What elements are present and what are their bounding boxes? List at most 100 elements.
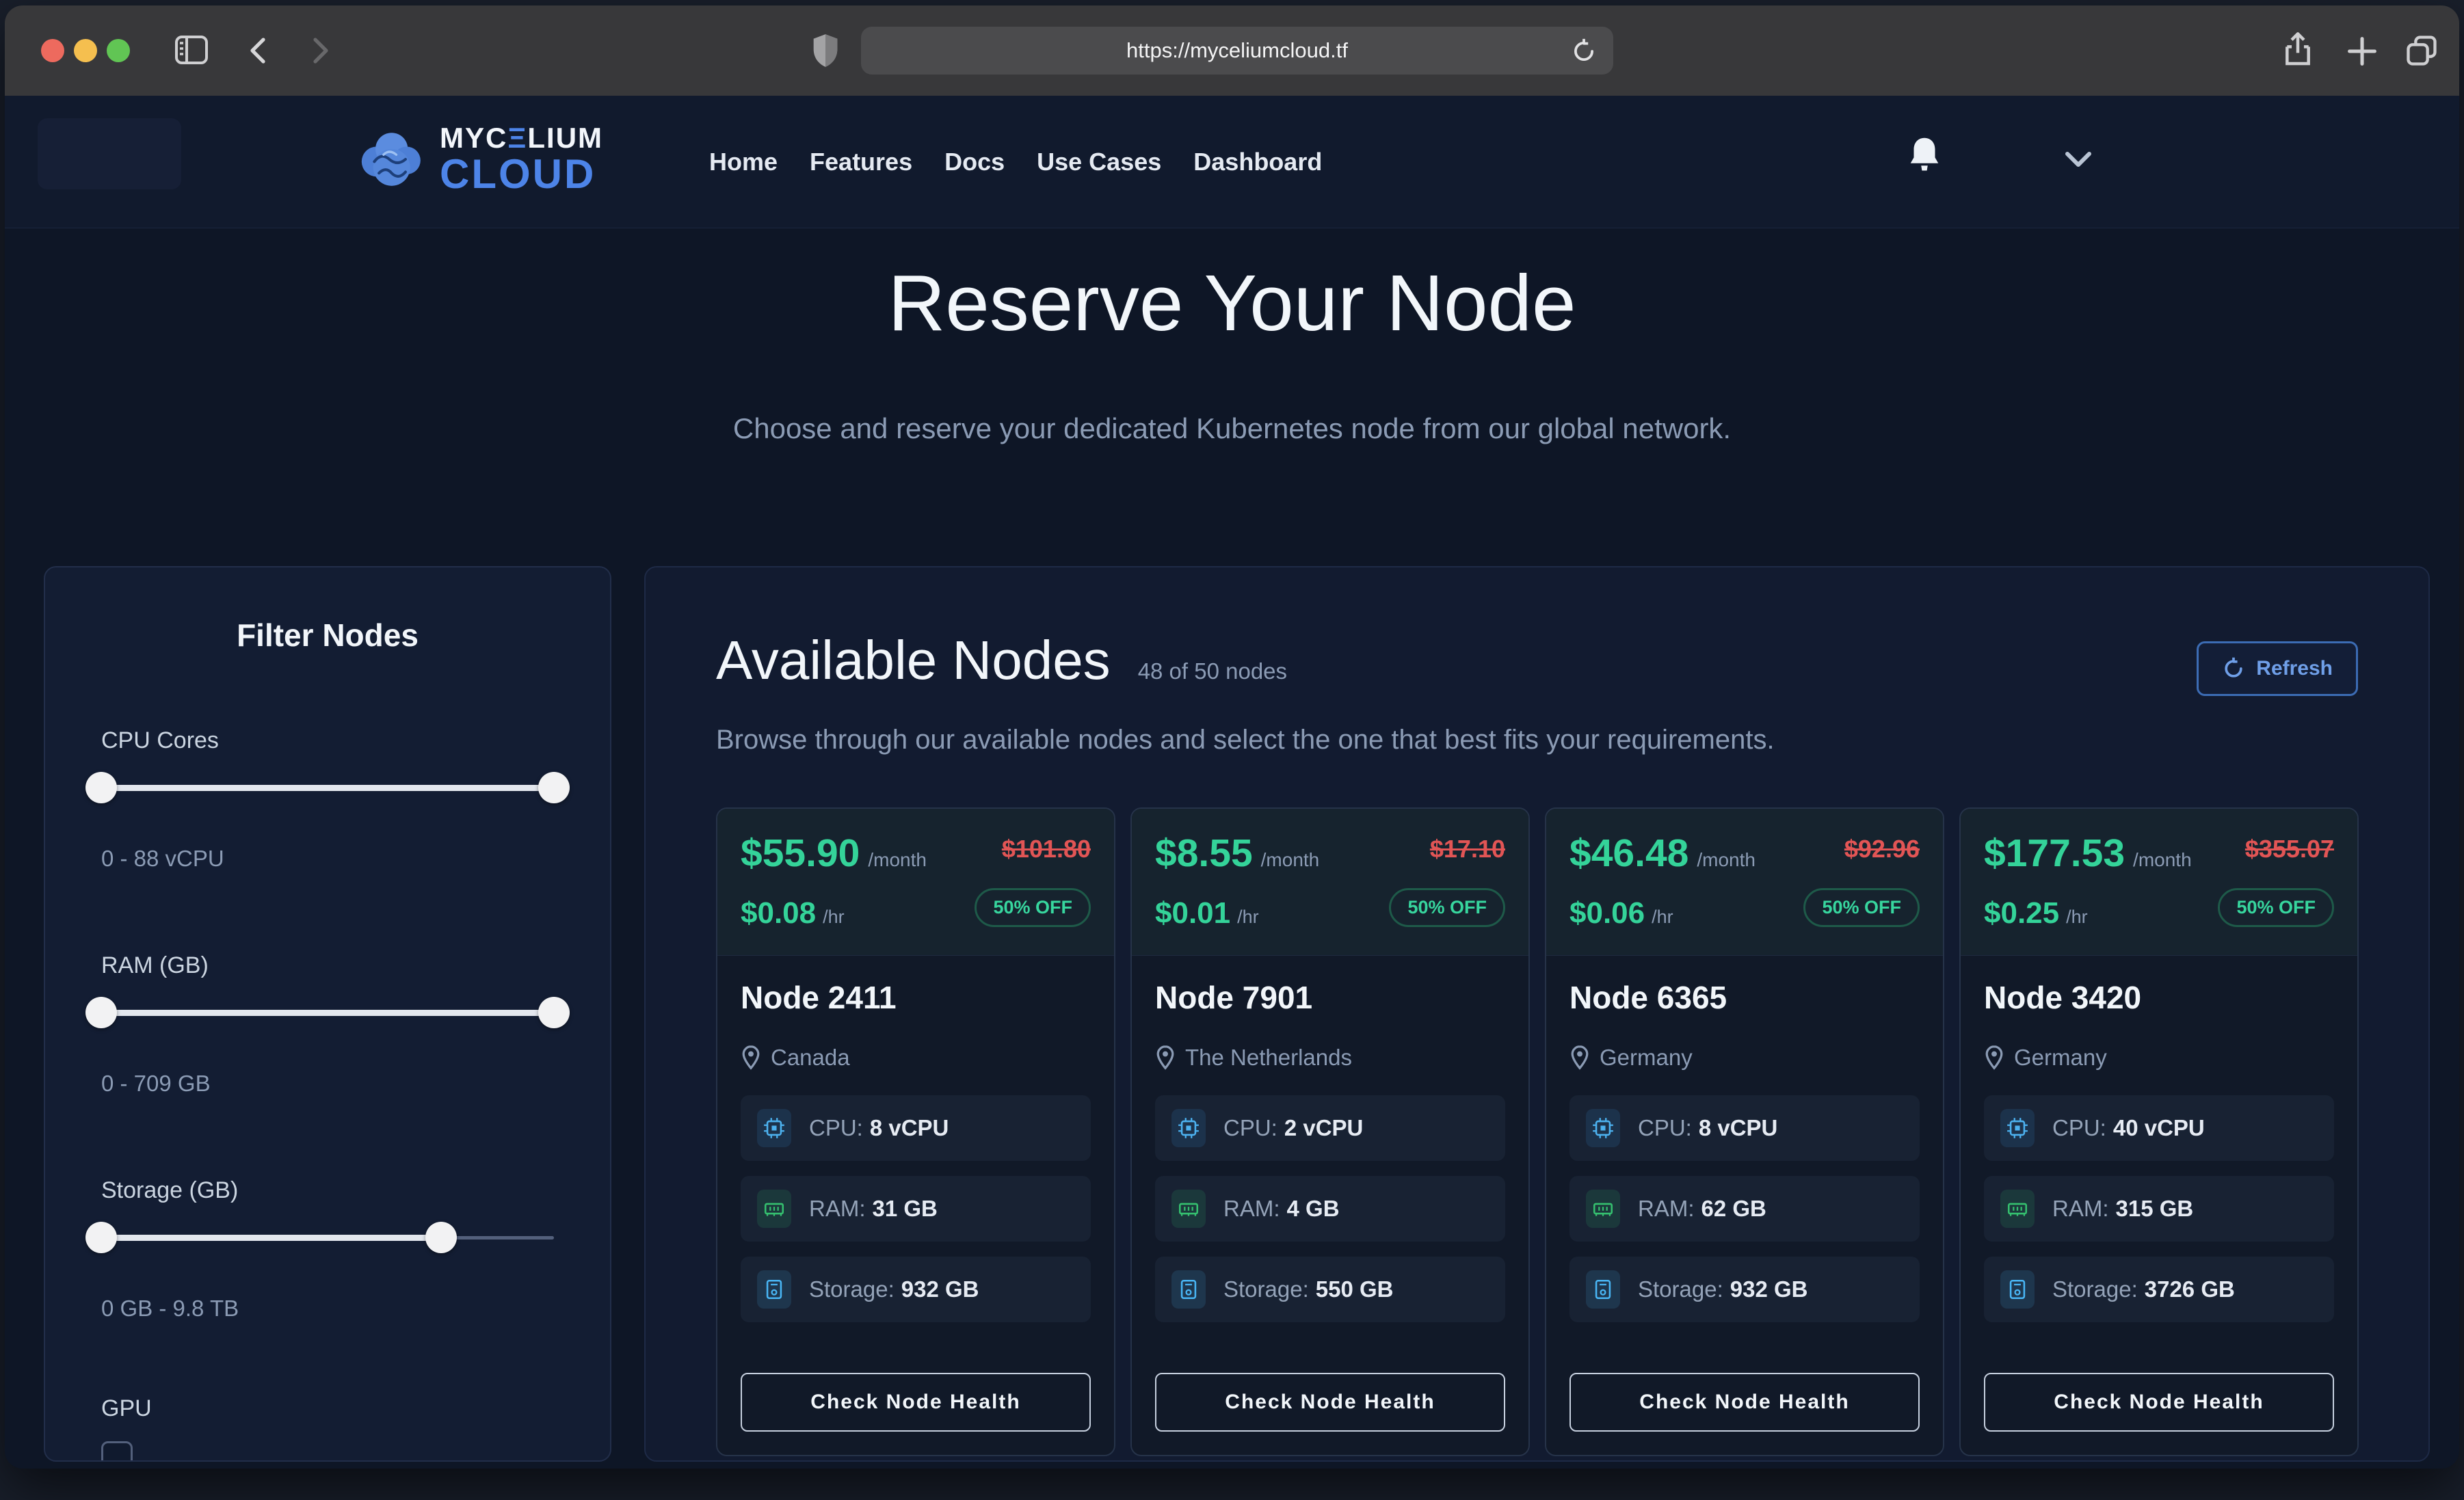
page-subtitle: Choose and reserve your dedicated Kubern… bbox=[5, 412, 2459, 445]
nav-item-use-cases[interactable]: Use Cases bbox=[1037, 148, 1161, 176]
tab-overview-icon[interactable] bbox=[2404, 33, 2439, 68]
node-location: Canada bbox=[771, 1045, 850, 1071]
monthly-price: $55.90 bbox=[741, 831, 860, 876]
spec-row-storage: Storage:932 GB bbox=[1569, 1257, 1920, 1322]
account-chevron-down-icon[interactable] bbox=[2063, 149, 2093, 170]
cpu-value: 2 vCPU bbox=[1284, 1115, 1364, 1140]
node-name: Node 2411 bbox=[741, 979, 1091, 1016]
filter-sliders: CPU Cores 0 - 88 vCPU RAM (GB) 0 - 709 G… bbox=[101, 727, 554, 1322]
card-body: Node 2411 Canada bbox=[717, 955, 1114, 1345]
ram-value: 315 GB bbox=[2116, 1196, 2194, 1221]
slider-handle-min[interactable] bbox=[85, 997, 117, 1028]
node-card: $46.48 /month $0.06 /hr $92.96 50% OFF N… bbox=[1545, 807, 1944, 1456]
minimize-window-button[interactable] bbox=[74, 39, 97, 62]
original-price: $101.80 bbox=[1002, 835, 1091, 863]
close-window-button[interactable] bbox=[41, 39, 64, 62]
hourly-price: $0.25 bbox=[1984, 896, 2059, 930]
cpu-value: 8 vCPU bbox=[1699, 1115, 1778, 1140]
discount-badge: 50% OFF bbox=[2218, 888, 2334, 927]
privacy-shield-icon[interactable] bbox=[810, 33, 840, 68]
original-price: $92.96 bbox=[1844, 835, 1920, 863]
slider-fill bbox=[101, 1010, 554, 1016]
filter-section: Storage (GB) 0 GB - 9.8 TB bbox=[101, 1177, 554, 1322]
nav-links: Home Features Docs Use Cases Dashboard bbox=[709, 96, 1322, 228]
cpu-label: CPU: bbox=[1638, 1115, 1692, 1140]
slider-handle-min[interactable] bbox=[85, 772, 117, 803]
storage-icon bbox=[1586, 1270, 1620, 1309]
section-subtitle: Browse through our available nodes and s… bbox=[716, 725, 2358, 755]
filter-panel-title: Filter Nodes bbox=[101, 617, 554, 654]
filter-label: Storage (GB) bbox=[101, 1177, 554, 1204]
storage-icon bbox=[1171, 1270, 1206, 1309]
discount-badge: 50% OFF bbox=[975, 888, 1091, 927]
filter-range-text: 0 - 88 vCPU bbox=[101, 846, 554, 872]
zoom-window-button[interactable] bbox=[107, 39, 130, 62]
node-name: Node 6365 bbox=[1569, 979, 1920, 1016]
ram-icon bbox=[1171, 1190, 1206, 1228]
gpu-filter-label: GPU bbox=[101, 1395, 554, 1422]
node-name: Node 3420 bbox=[1984, 979, 2334, 1016]
slider-handle-min[interactable] bbox=[85, 1222, 117, 1253]
back-icon[interactable] bbox=[246, 37, 270, 64]
spec-row-ram: RAM: 315 GB bbox=[1984, 1176, 2334, 1242]
ram-icon bbox=[757, 1190, 791, 1228]
spec-row-storage: Storage: 550 GB bbox=[1155, 1257, 1505, 1322]
range-slider[interactable] bbox=[101, 997, 554, 1028]
url-text: https://myceliumcloud.tf bbox=[1126, 38, 1348, 63]
discount-badge: 50% OFF bbox=[1803, 888, 1920, 927]
storage-label: Storage: bbox=[809, 1276, 895, 1302]
hourly-price: $0.01 bbox=[1155, 896, 1230, 930]
site-logo[interactable]: MYCΞLIUM CLOUD bbox=[354, 124, 603, 195]
sidebar-toggle-icon[interactable] bbox=[174, 34, 209, 66]
storage-value: 932 GB bbox=[1730, 1276, 1808, 1302]
spec-row-ram: RAM:62 GB bbox=[1569, 1176, 1920, 1242]
forward-icon[interactable] bbox=[308, 37, 333, 64]
ram-label: RAM: bbox=[2052, 1196, 2109, 1221]
reload-icon[interactable] bbox=[1571, 38, 1597, 64]
monthly-unit: /month bbox=[2133, 849, 2192, 871]
share-icon[interactable] bbox=[2281, 31, 2315, 70]
logo-text-e: Ξ bbox=[507, 122, 527, 154]
filter-section: CPU Cores 0 - 88 vCPU bbox=[101, 727, 554, 872]
browser-toolbar: https://myceliumcloud.tf bbox=[5, 5, 2459, 96]
refresh-button[interactable]: Refresh bbox=[2197, 641, 2358, 696]
storage-label: Storage: bbox=[1223, 1276, 1309, 1302]
ram-value: 62 GB bbox=[1701, 1196, 1766, 1221]
spec-row-cpu: CPU:40 vCPU bbox=[1984, 1095, 2334, 1161]
notifications-bell-icon[interactable] bbox=[1905, 135, 1944, 177]
storage-icon bbox=[2000, 1270, 2035, 1309]
section-title: Available Nodes bbox=[716, 629, 1111, 692]
storage-value: 932 GB bbox=[901, 1276, 979, 1302]
ram-label: RAM: bbox=[809, 1196, 866, 1221]
slider-handle-max[interactable] bbox=[538, 772, 570, 803]
ram-label: RAM: bbox=[1223, 1196, 1280, 1221]
slider-handle-max[interactable] bbox=[538, 997, 570, 1028]
nav-item-features[interactable]: Features bbox=[810, 148, 912, 176]
check-node-health-button[interactable]: Check Node Health bbox=[1984, 1373, 2334, 1432]
nav-item-dashboard[interactable]: Dashboard bbox=[1193, 148, 1322, 176]
slider-handle-max[interactable] bbox=[425, 1222, 457, 1253]
range-slider[interactable] bbox=[101, 772, 554, 803]
check-node-health-button[interactable]: Check Node Health bbox=[1155, 1373, 1505, 1432]
range-slider[interactable] bbox=[101, 1222, 554, 1253]
cpu-label: CPU: bbox=[2052, 1115, 2106, 1140]
storage-value: 550 GB bbox=[1316, 1276, 1394, 1302]
mycelium-cloud-logo-icon bbox=[354, 126, 427, 192]
logo-text-post: LIUM bbox=[527, 122, 603, 154]
hourly-price: $0.08 bbox=[741, 896, 816, 930]
card-pricing: $55.90 /month $0.08 /hr $101.80 50% OFF bbox=[717, 809, 1114, 955]
cpu-label: CPU: bbox=[1223, 1115, 1277, 1140]
check-node-health-button[interactable]: Check Node Health bbox=[1569, 1373, 1920, 1432]
filter-range-text: 0 GB - 9.8 TB bbox=[101, 1296, 554, 1322]
logo-text-cloud: CLOUD bbox=[440, 154, 603, 195]
address-bar[interactable]: https://myceliumcloud.tf bbox=[861, 27, 1613, 75]
check-node-health-button[interactable]: Check Node Health bbox=[741, 1373, 1091, 1432]
ram-value: 4 GB bbox=[1287, 1196, 1340, 1221]
gpu-checkbox[interactable] bbox=[101, 1441, 133, 1462]
new-tab-icon[interactable] bbox=[2346, 36, 2378, 67]
nav-item-home[interactable]: Home bbox=[709, 148, 778, 176]
node-location: The Netherlands bbox=[1185, 1045, 1352, 1071]
hourly-unit: /hr bbox=[1652, 907, 1673, 928]
filter-section: RAM (GB) 0 - 709 GB bbox=[101, 952, 554, 1097]
nav-item-docs[interactable]: Docs bbox=[944, 148, 1005, 176]
